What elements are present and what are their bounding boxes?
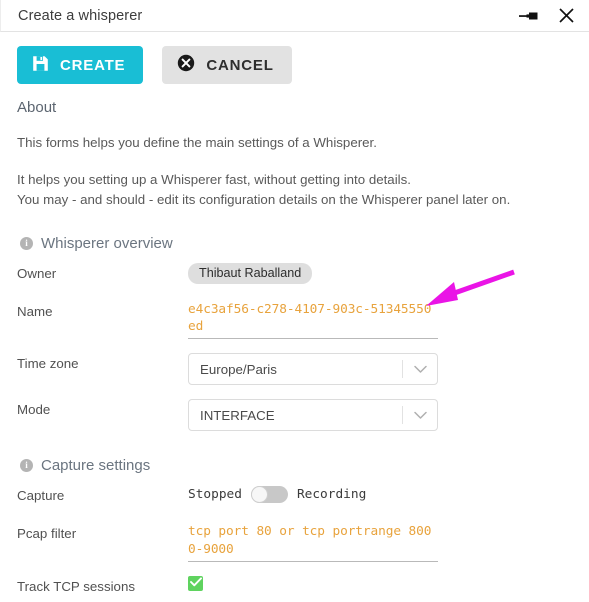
owner-chip: Thibaut Raballand: [188, 262, 313, 284]
capture-toggle[interactable]: [250, 486, 288, 504]
about-paragraph-2-line-2: You may - and should - edit its configur…: [17, 191, 511, 207]
mode-label: Mode: [17, 402, 51, 418]
section-whisperer-overview-label: Whisperer overview: [41, 234, 173, 252]
info-icon: i: [20, 459, 33, 473]
pcap-filter-label: Pcap filter: [17, 526, 77, 542]
capture-toggle-on-label: Recording: [296, 487, 367, 503]
timezone-label: Time zone: [17, 356, 79, 372]
timezone-select-value: Europe/Paris: [200, 361, 277, 377]
create-button-label: CREATE: [60, 56, 126, 74]
save-floppy-icon: [32, 55, 49, 76]
create-button[interactable]: CREATE: [17, 46, 144, 84]
mode-select[interactable]: INTERFACE: [188, 399, 438, 432]
chevron-down-icon[interactable]: [403, 411, 437, 420]
form-body: About This forms helps you define the ma…: [0, 99, 589, 602]
pcap-filter-input[interactable]: tcp port 80 or tcp portrange 8000-9000: [188, 523, 438, 562]
section-whisperer-overview-header: i Whisperer overview: [20, 235, 572, 252]
timezone-field: Europe/Paris: [188, 353, 572, 386]
capture-field: Stopped Recording: [188, 485, 572, 504]
circle-x-icon: [177, 54, 195, 76]
owner-field: Thibaut Raballand: [188, 262, 572, 284]
cancel-button[interactable]: CANCEL: [162, 46, 292, 84]
field-row-capture: Capture Stopped Recording: [17, 485, 572, 511]
about-paragraph-2-line-1: It helps you setting up a Whisperer fast…: [17, 172, 411, 188]
pin-icon[interactable]: [518, 8, 540, 24]
owner-label: Owner: [17, 265, 57, 281]
form-toolbar: CREATE CANCEL: [0, 32, 589, 84]
cancel-button-label: CANCEL: [206, 56, 274, 74]
name-input[interactable]: e4c3af56-c278-4107-903c-51345550ed: [188, 301, 438, 340]
chevron-down-icon[interactable]: [403, 365, 437, 374]
field-row-timezone: Time zone Europe/Paris: [17, 353, 572, 386]
capture-toggle-knob: [250, 486, 268, 504]
mode-select-value: INTERFACE: [200, 407, 275, 423]
name-label: Name: [17, 303, 53, 319]
section-capture-settings-header: i Capture settings: [20, 457, 572, 474]
capture-label: Capture: [17, 488, 65, 504]
about-paragraph-1: This forms helps you define the main set…: [17, 135, 377, 150]
track-tcp-sessions-field: [188, 574, 572, 592]
name-field: e4c3af56-c278-4107-903c-51345550ed: [188, 301, 572, 340]
close-icon[interactable]: [558, 7, 575, 24]
info-icon: i: [20, 236, 33, 250]
field-row-track-tcp-sessions: Track TCP sessions: [17, 574, 572, 602]
section-capture-settings-label: Capture settings: [41, 457, 151, 475]
field-row-owner: Owner Thibaut Raballand: [17, 262, 572, 289]
titlebar-actions: [518, 7, 575, 24]
pcap-filter-field: tcp port 80 or tcp portrange 8000-9000: [188, 523, 572, 562]
field-row-pcap-filter: Pcap filter tcp port 80 or tcp portrange…: [17, 523, 572, 562]
capture-toggle-off-label: Stopped: [188, 487, 242, 503]
window-title: Create a whisperer: [18, 7, 143, 24]
about-paragraph-2: It helps you setting up a Whisperer fast…: [17, 170, 572, 209]
about-heading: About: [17, 99, 57, 116]
timezone-select[interactable]: Europe/Paris: [188, 353, 438, 386]
track-tcp-sessions-label: Track TCP sessions: [17, 578, 135, 594]
checkmark-icon: [189, 574, 202, 592]
track-tcp-sessions-checkbox[interactable]: [188, 574, 203, 592]
capture-toggle-wrap: Stopped Recording: [188, 485, 572, 504]
mode-field: INTERFACE: [188, 399, 572, 432]
field-row-name: Name e4c3af56-c278-4107-903c-51345550ed: [17, 301, 572, 340]
window-titlebar: Create a whisperer: [0, 0, 589, 32]
field-row-mode: Mode INTERFACE: [17, 399, 572, 432]
